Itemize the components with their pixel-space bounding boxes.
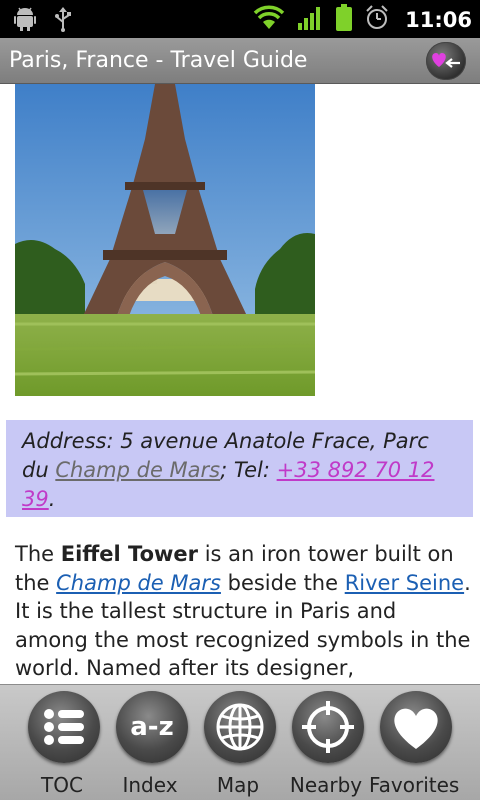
address-box: Address: 5 avenue Anatole Frace, Parc du…: [6, 420, 473, 517]
index-button[interactable]: a-z Index: [105, 689, 195, 799]
android-debug-icon: [14, 7, 36, 35]
globe-icon: [216, 703, 264, 751]
eiffel-tower-photo: [15, 84, 315, 396]
bottom-toolbar: TOC a-z Index Map Nearby Favorites: [0, 684, 480, 800]
champ-de-mars-article-link[interactable]: Champ de Mars: [56, 571, 221, 595]
battery-icon: [335, 4, 353, 36]
favorites-back-icon: [426, 53, 466, 84]
article-subject: Eiffel Tower: [60, 542, 199, 566]
usb-icon: [54, 6, 72, 36]
heart-icon: [394, 708, 438, 749]
nearby-button-circle[interactable]: [292, 691, 364, 763]
status-bar: 11:06: [0, 0, 480, 38]
map-button[interactable]: Map: [193, 689, 283, 799]
champ-de-mars-link[interactable]: Champ de Mars: [55, 458, 220, 482]
signal-icon: [297, 5, 323, 35]
address-end: .: [48, 487, 56, 511]
wifi-icon: [253, 5, 285, 35]
favorites-back-button[interactable]: [426, 42, 466, 80]
favorites-button-circle[interactable]: [380, 691, 452, 763]
favorites-button[interactable]: Favorites: [369, 689, 459, 799]
article-paragraph: The Eiffel Tower is an iron tower built …: [15, 540, 475, 683]
nearby-button[interactable]: Nearby: [281, 689, 371, 799]
index-button-circle[interactable]: a-z: [116, 691, 188, 763]
title-bar: Paris, France - Travel Guide: [0, 38, 480, 84]
alarm-icon: [365, 5, 389, 35]
toc-button-circle[interactable]: [28, 691, 100, 763]
a-z-icon: a-z: [130, 712, 173, 742]
map-label: Map: [216, 773, 260, 797]
paragraph-text: The: [15, 542, 61, 566]
river-seine-link[interactable]: River Seine: [345, 571, 464, 595]
toc-label: TOC: [41, 773, 83, 797]
crosshair-icon: [302, 701, 354, 753]
list-icon: [44, 709, 84, 745]
a-z-icon-text: a-z: [130, 712, 173, 742]
status-clock: 11:06: [405, 8, 472, 32]
nearby-label: Nearby: [289, 773, 363, 797]
index-label: Index: [122, 773, 178, 797]
toc-button[interactable]: TOC: [17, 689, 107, 799]
paragraph-text: beside the: [220, 570, 345, 595]
article-content[interactable]: Address: 5 avenue Anatole Frace, Parc du…: [0, 84, 480, 684]
favorites-label: Favorites: [369, 773, 460, 797]
tel-label: ; Tel:: [220, 458, 277, 482]
map-button-circle[interactable]: [204, 691, 276, 763]
page-title: Paris, France - Travel Guide: [9, 48, 308, 73]
